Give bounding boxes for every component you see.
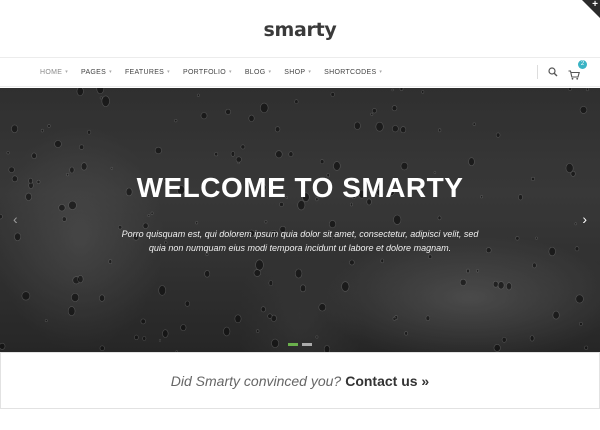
chevron-down-icon: ▾ [268,69,272,75]
nav-item-label: FEATURES [124,68,165,76]
nav-item-label: HOME [40,68,63,76]
cart-icon [568,70,580,80]
chevron-down-icon: ▾ [379,69,383,75]
slider-next-arrow[interactable]: › [582,212,587,226]
hero-slider: WELCOME TO SMARTY Porro quisquam est, qu… [0,88,600,352]
cart-button[interactable]: 2 [568,60,587,80]
nav-menu: HOME ▾ PAGES ▾ FEATURES ▾ PORTFOLIO ▾ BLOG ▾ … [40,69,395,76]
plus-icon[interactable]: + [592,0,598,10]
nav-item-label: PAGES [81,68,107,76]
site-logo[interactable]: smarty [264,19,337,41]
slider-prev-arrow[interactable]: ‹ [13,212,18,226]
slider-dot[interactable] [302,343,312,346]
hero-text: Porro quisquam est, qui dolorem ipsum qu… [0,227,600,255]
chevron-down-icon: ▾ [308,69,312,75]
header-logo-bar: smarty [0,0,600,58]
call-to-action-bar: Did Smarty convinced you? Contact us » [0,352,600,409]
hero-title: WELCOME TO SMARTY [136,172,464,203]
chevron-down-icon: ▾ [167,69,170,75]
nav-item-shortcodes[interactable]: SHORTCODES ▾ [324,69,382,76]
main-navigation: HOME ▾ PAGES ▾ FEATURES ▾ PORTFOLIO ▾ BLOG ▾ … [0,58,600,87]
chevron-down-icon: ▾ [109,69,112,75]
nav-tools: 2 [537,60,587,80]
search-icon[interactable] [548,67,558,77]
nav-divider [537,65,538,79]
nav-item-portfolio[interactable]: PORTFOLIO ▾ [183,69,232,76]
hero-text-line-1: Porro quisquam est, qui dolorem ipsum qu… [121,229,479,239]
slider-pagination [0,343,600,346]
chevron-down-icon: ▾ [65,69,69,75]
hero-text-line-2: quia non numquam eius modi tempora incid… [148,243,452,253]
slider-dot[interactable] [288,343,298,346]
nav-item-label: SHOP [284,68,306,76]
nav-item-label: PORTFOLIO [182,68,226,76]
nav-item-label: BLOG [244,68,266,76]
chevron-down-icon: ▾ [229,69,232,75]
cta-question: Did Smarty convinced you? [170,372,342,389]
nav-item-features[interactable]: FEATURES ▾ [125,69,170,76]
contact-us-link[interactable]: Contact us » [345,373,429,389]
nav-item-label: SHORTCODES [324,68,377,76]
nav-item-shop[interactable]: SHOP ▾ [284,69,311,76]
nav-item-blog[interactable]: BLOG ▾ [245,69,271,76]
nav-item-pages[interactable]: PAGES ▾ [81,69,112,76]
nav-item-home[interactable]: HOME ▾ [40,69,68,76]
hero-overlay [0,88,600,352]
cart-count-badge: 2 [578,60,587,69]
